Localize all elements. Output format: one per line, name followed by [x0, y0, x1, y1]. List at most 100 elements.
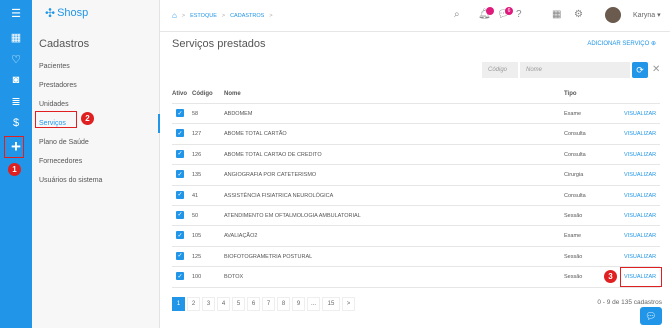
calendar-icon[interactable]: ▦: [8, 30, 24, 44]
cell-tipo: Exame: [564, 111, 582, 117]
plus-circle-icon: ⊕: [650, 41, 656, 47]
cell-tipo: Sessão: [564, 253, 583, 260]
chat-icon[interactable]: 💬︎: [640, 307, 662, 325]
cell-nome: ATENDIMENTO EM OFTALMOLOGIA AMBULATORIAL: [224, 212, 361, 219]
page-button[interactable]: 8: [277, 297, 290, 311]
cell-codigo: 127: [192, 131, 202, 138]
table-row: ✓ 100 BOTOX Sessão VISUALIZAR: [172, 267, 660, 288]
breadcrumb-sep: >: [221, 12, 226, 19]
breadcrumb: ⌂ > ESTOQUE > CADASTROS >: [172, 11, 273, 20]
app-logo[interactable]: ✣ Shosp: [45, 6, 88, 20]
active-checkbox[interactable]: ✓: [176, 272, 184, 281]
cell-nome: AVALIAÇÃO2: [224, 233, 258, 240]
user-name[interactable]: Karyna ▾: [633, 11, 661, 19]
view-link[interactable]: VISUALIZAR: [624, 111, 656, 117]
grid-icon[interactable]: ▦: [552, 9, 561, 20]
highlight-box-servicos: [35, 111, 77, 128]
menu-item-usuarios[interactable]: Usuários do sistema: [39, 171, 160, 190]
cell-tipo: Cirurgia: [564, 172, 584, 179]
page-button[interactable]: 6: [247, 297, 260, 311]
view-link[interactable]: VISUALIZAR: [624, 152, 656, 158]
cell-tipo: Consulta: [564, 151, 586, 158]
result-count: 0 - 9 de 135 cadastros: [597, 299, 662, 306]
page-button[interactable]: 4: [217, 297, 230, 311]
notification-badge: [486, 7, 494, 15]
cell-codigo: 135: [192, 172, 202, 179]
cell-nome: ABOME TOTAL CARTÃO: [224, 131, 287, 138]
logo-icon: ✣: [45, 6, 56, 20]
col-nome[interactable]: Nome: [224, 91, 241, 97]
menu-item-prestadores[interactable]: Prestadores: [39, 76, 160, 95]
view-link[interactable]: VISUALIZAR: [624, 213, 656, 219]
highlight-box-add: [4, 136, 24, 158]
menu-item-pacientes[interactable]: Pacientes: [39, 57, 160, 76]
active-checkbox[interactable]: ✓: [176, 231, 184, 240]
view-link[interactable]: VISUALIZAR: [624, 131, 656, 137]
breadcrumb-sep: >: [181, 12, 186, 19]
page-button[interactable]: 3: [202, 297, 215, 311]
page-button[interactable]: 1: [172, 297, 185, 311]
page-button[interactable]: 5: [232, 297, 245, 311]
cell-codigo: 41: [192, 192, 199, 199]
cell-tipo: Sessão: [564, 274, 583, 281]
heart-icon[interactable]: ♡: [8, 52, 24, 66]
view-link[interactable]: VISUALIZAR: [624, 172, 656, 178]
cell-nome: ANGIOGRAFIA POR CATETERISMO: [224, 172, 317, 179]
menu-item-plano-saude[interactable]: Plano de Saúde: [39, 133, 160, 152]
refresh-button[interactable]: ⟳: [632, 62, 648, 78]
table-row: ✓ 41 ASSISTÊNCIA FISIATRICA NEUROLÓGICA Con…: [172, 186, 660, 206]
user-name-label: Karyna: [633, 12, 656, 19]
table-row: ✓ 135 ANGIOGRAFIA POR CATETERISMO Cirurgia V…: [172, 165, 660, 186]
main-content: Serviços prestados ADICIONAR SERVIÇO ⊕ C…: [160, 32, 670, 328]
cell-codigo: 125: [192, 253, 202, 260]
page-ellipsis: ...: [307, 297, 320, 311]
col-codigo[interactable]: Código: [192, 91, 213, 97]
breadcrumb-estoque[interactable]: ESTOQUE: [190, 13, 217, 19]
dollar-icon[interactable]: $: [8, 116, 24, 130]
help-icon[interactable]: ?: [516, 9, 522, 20]
menu-item-fornecedores[interactable]: Fornecedores: [39, 152, 160, 171]
page-button[interactable]: 7: [262, 297, 275, 311]
view-link[interactable]: VISUALIZAR: [624, 254, 656, 260]
table-row: ✓ 127 ABOME TOTAL CARTÃO Consulta VISUALIZAR: [172, 124, 660, 145]
view-link[interactable]: VISUALIZAR: [624, 193, 656, 199]
active-checkbox[interactable]: ✓: [176, 210, 184, 219]
active-checkbox[interactable]: ✓: [176, 149, 184, 158]
camera-icon[interactable]: ◙: [8, 73, 24, 87]
view-link[interactable]: VISUALIZAR: [624, 233, 656, 239]
page-button[interactable]: 2: [187, 297, 200, 311]
active-checkbox[interactable]: ✓: [176, 251, 184, 260]
table-row: ✓ 50 ATENDIMENTO EM OFTALMOLOGIA AMBULATOR…: [172, 206, 660, 227]
code-filter-input[interactable]: Código: [482, 62, 518, 78]
avatar[interactable]: [605, 7, 621, 23]
breadcrumb-cadastros[interactable]: CADASTROS: [230, 13, 264, 19]
active-checkbox[interactable]: ✓: [176, 170, 184, 179]
cell-tipo: Consulta: [564, 192, 586, 199]
page-button[interactable]: 15: [322, 297, 340, 311]
cadastros-panel: Cadastros Pacientes Prestadores Unidades…: [32, 0, 160, 328]
step-badge-2: 2: [81, 112, 94, 125]
active-checkbox[interactable]: ✓: [176, 129, 184, 138]
home-icon[interactable]: ⌂: [172, 11, 177, 20]
table-row: ✓ 105 AVALIAÇÃO2 Exame VISUALIZAR: [172, 226, 660, 247]
active-checkbox[interactable]: ✓: [176, 109, 184, 117]
panel-title: Cadastros: [39, 38, 90, 50]
col-tipo[interactable]: Tipo: [564, 91, 577, 97]
menu-icon[interactable]: ☰: [8, 6, 24, 20]
close-icon[interactable]: ✕: [652, 64, 660, 75]
name-filter-input[interactable]: Nome: [520, 62, 630, 78]
cell-nome: ASSISTÊNCIA FISIATRICA NEUROLÓGICA: [224, 192, 334, 199]
active-checkbox[interactable]: ✓: [176, 190, 184, 199]
next-page-button[interactable]: >: [342, 297, 355, 311]
add-service-button[interactable]: ADICIONAR SERVIÇO ⊕: [587, 40, 656, 47]
gear-icon[interactable]: ⚙: [574, 9, 583, 20]
cell-nome: BOTOX: [224, 274, 244, 281]
table-row: ✓ 58 ABDOMEM Exame VISUALIZAR: [172, 104, 660, 125]
page-button[interactable]: 9: [292, 297, 305, 311]
search-icon[interactable]: ⌕: [454, 9, 460, 20]
database-icon[interactable]: ≣: [8, 94, 24, 108]
cell-codigo: 58: [192, 111, 199, 117]
col-ativo[interactable]: Ativo: [172, 91, 187, 97]
table-header: Ativo Código Nome Tipo: [172, 86, 660, 104]
cell-codigo: 100: [192, 274, 202, 281]
